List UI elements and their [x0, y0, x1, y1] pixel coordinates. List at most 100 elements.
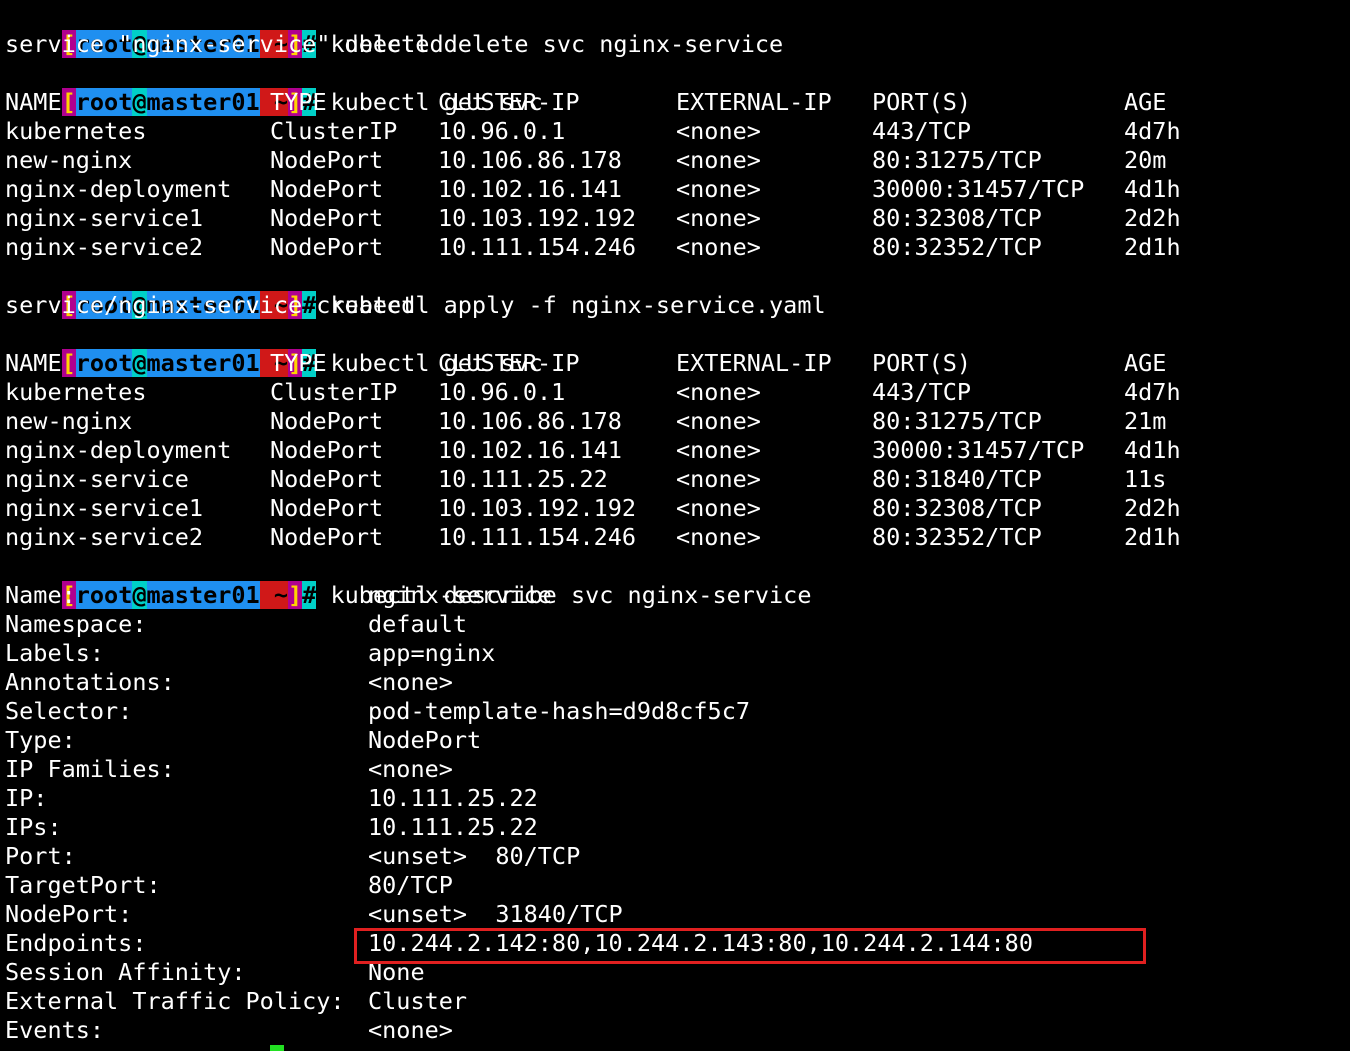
cell-name: new-nginx [5, 146, 133, 174]
cell-type: NodePort [270, 436, 384, 464]
table-header-row: NAME TYPE CLUSTER-IP EXTERNAL-IP PORT(S) AGE [5, 349, 1345, 378]
describe-value: <unset> 31840/TCP [368, 900, 623, 928]
describe-value: <none> [368, 1016, 453, 1044]
cell-cluster-ip: 10.111.154.246 [438, 233, 637, 261]
describe-key: Type: [5, 726, 76, 754]
cell-ports: 443/TCP [872, 378, 972, 406]
cell-ports: 443/TCP [872, 117, 972, 145]
describe-row: Labels: app=nginx [5, 639, 1345, 668]
cell-type: NodePort [270, 146, 384, 174]
cell-ports: 30000:31457/TCP [872, 436, 1085, 464]
describe-row: External Traffic Policy: Cluster [5, 987, 1345, 1016]
describe-value: pod-template-hash=d9d8cf5c7 [368, 697, 751, 725]
describe-key: IP Families: [5, 755, 175, 783]
command-line: [root@master01 ~]# kubectl get svc [5, 59, 1345, 116]
column-header-ports: PORT(S) [872, 349, 972, 377]
describe-key: IP: [5, 784, 48, 812]
command-line: [root@master01 ~]# kubectl describe svc … [5, 552, 1345, 609]
cell-cluster-ip: 10.106.86.178 [438, 407, 622, 435]
terminal-window[interactable]: [root@master01 ~]# kubectl delete svc ng… [5, 1, 1345, 1051]
cell-external-ip: <none> [676, 407, 761, 435]
cell-age: 2d1h [1124, 233, 1181, 261]
describe-value: app=nginx [368, 639, 496, 667]
cell-type: ClusterIP [270, 117, 398, 145]
cell-age: 4d7h [1124, 378, 1181, 406]
cell-external-ip: <none> [676, 117, 761, 145]
describe-row: IP Families: <none> [5, 755, 1345, 784]
describe-key: External Traffic Policy: [5, 987, 345, 1015]
cell-external-ip: <none> [676, 204, 761, 232]
cell-name: nginx-service1 [5, 204, 204, 232]
table-row: nginx-service1 NodePort 10.103.192.192 <non… [5, 204, 1345, 233]
cell-age: 2d1h [1124, 523, 1181, 551]
describe-value: nginx-service [368, 581, 552, 609]
describe-value: default [368, 610, 468, 638]
command-line: [root@master01 ~]# kubectl get svc [5, 320, 1345, 377]
cell-age: 2d2h [1124, 494, 1181, 522]
table-row: nginx-service NodePort 10.111.25.22 <none> 8… [5, 465, 1345, 494]
describe-row: IP: 10.111.25.22 [5, 784, 1345, 813]
cell-cluster-ip: 10.111.154.246 [438, 523, 637, 551]
describe-key: Labels: [5, 639, 105, 667]
describe-key: Name: [5, 581, 76, 609]
describe-value: 10.111.25.22 [368, 784, 538, 812]
cell-type: NodePort [270, 233, 384, 261]
column-header-external-ip: EXTERNAL-IP [676, 349, 832, 377]
describe-row: TargetPort: 80/TCP [5, 871, 1345, 900]
table-row: nginx-deployment NodePort 10.102.16.141 <no… [5, 175, 1345, 204]
cell-age: 4d1h [1124, 436, 1181, 464]
cell-age: 4d7h [1124, 117, 1181, 145]
table-header-row: NAME TYPE CLUSTER-IP EXTERNAL-IP PORT(S) AGE [5, 88, 1345, 117]
cell-ports: 80:32352/TCP [872, 523, 1042, 551]
cell-external-ip: <none> [676, 146, 761, 174]
describe-key: NodePort: [5, 900, 133, 928]
output-line: service "nginx-service" deleted [5, 30, 444, 58]
cell-cluster-ip: 10.103.192.192 [438, 204, 637, 232]
cell-name: nginx-service1 [5, 494, 204, 522]
cell-name: nginx-deployment [5, 436, 232, 464]
cell-external-ip: <none> [676, 465, 761, 493]
describe-row: Name: nginx-service [5, 581, 1345, 610]
cell-ports: 80:31275/TCP [872, 407, 1042, 435]
cell-cluster-ip: 10.102.16.141 [438, 436, 622, 464]
column-header-type: TYPE [270, 88, 327, 116]
describe-value: 80/TCP [368, 871, 453, 899]
cell-age: 4d1h [1124, 175, 1181, 203]
cell-ports: 80:31275/TCP [872, 146, 1042, 174]
cell-ports: 80:32308/TCP [872, 204, 1042, 232]
describe-row: Type: NodePort [5, 726, 1345, 755]
table-row: kubernetes ClusterIP 10.96.0.1 <none> 443/TC… [5, 378, 1345, 407]
cell-cluster-ip: 10.106.86.178 [438, 146, 622, 174]
column-header-name: NAME [5, 349, 62, 377]
describe-row: IPs: 10.111.25.22 [5, 813, 1345, 842]
describe-key: Session Affinity: [5, 958, 246, 986]
describe-value: Cluster [368, 987, 468, 1015]
column-header-name: NAME [5, 88, 62, 116]
cell-name: nginx-service2 [5, 523, 204, 551]
cell-type: NodePort [270, 523, 384, 551]
cell-type: NodePort [270, 407, 384, 435]
cell-external-ip: <none> [676, 233, 761, 261]
terminal-cursor [270, 1045, 284, 1051]
cell-ports: 80:31840/TCP [872, 465, 1042, 493]
column-header-age: AGE [1124, 349, 1167, 377]
cell-cluster-ip: 10.102.16.141 [438, 175, 622, 203]
cell-age: 2d2h [1124, 204, 1181, 232]
describe-value: <none> [368, 668, 453, 696]
cell-name: nginx-deployment [5, 175, 232, 203]
cell-ports: 80:32308/TCP [872, 494, 1042, 522]
cell-age: 21m [1124, 407, 1167, 435]
describe-key: Namespace: [5, 610, 147, 638]
cell-external-ip: <none> [676, 436, 761, 464]
cell-cluster-ip: 10.96.0.1 [438, 378, 566, 406]
table-row: nginx-service2 NodePort 10.111.154.246 <non… [5, 233, 1345, 262]
cell-cluster-ip: 10.103.192.192 [438, 494, 637, 522]
cell-type: ClusterIP [270, 378, 398, 406]
table-row: nginx-deployment NodePort 10.102.16.141 <no… [5, 436, 1345, 465]
describe-row: Events: <none> [5, 1016, 1345, 1045]
describe-key: TargetPort: [5, 871, 161, 899]
svc-table-2: kubernetes ClusterIP 10.96.0.1 <none> 443/TC… [5, 378, 1345, 552]
describe-value: <none> [368, 755, 453, 783]
command-line: [root@master01 ~]# kubectl delete svc ng… [5, 1, 1345, 58]
cell-name: kubernetes [5, 378, 147, 406]
